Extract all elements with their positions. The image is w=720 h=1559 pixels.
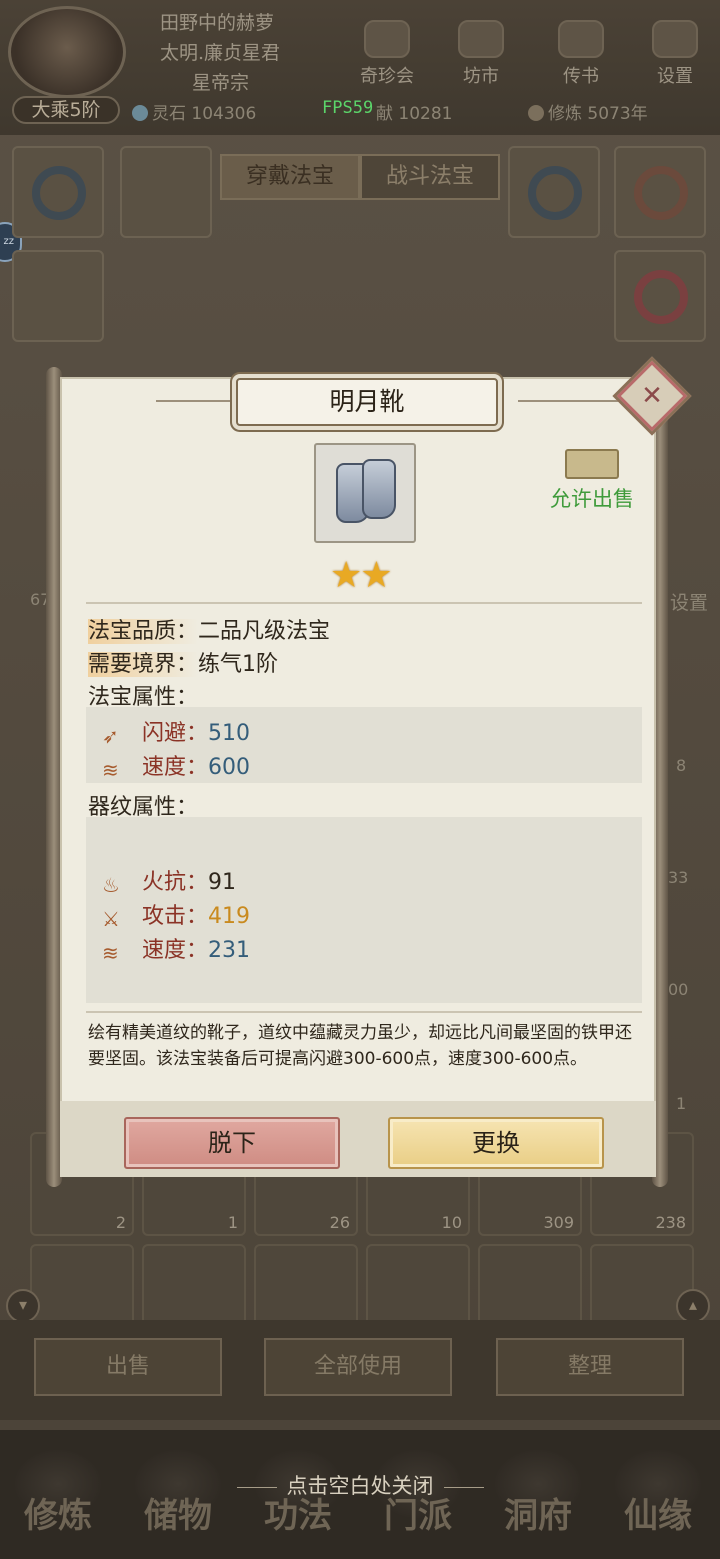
stat-rune-speed: ≋ 速度：231 — [102, 938, 251, 965]
equip-slot-ring-2[interactable] — [614, 146, 706, 238]
equip-slot-weapon[interactable] — [120, 146, 212, 238]
scroll-down-icon[interactable]: ▾ — [6, 1289, 40, 1323]
grid-count-right: 00 — [668, 980, 689, 999]
grid-count-right: 33 — [668, 868, 689, 887]
letter-icon — [558, 20, 604, 58]
item-description: 绘有精美道纹的靴子，道纹中蕴藏灵力虽少，却远比凡间最坚固的铁甲还要坚固。该法宝装… — [88, 1023, 632, 1069]
equip-slot-bracelet[interactable] — [614, 250, 706, 342]
cultivation-counter: 修炼 5073年 — [528, 102, 648, 126]
allow-sell-badge: 允许出售 — [544, 449, 640, 513]
player-name: 田野中的赫萝 — [160, 12, 275, 34]
dodge-icon: ➶ — [102, 724, 119, 748]
unequip-button[interactable]: 脱下 — [124, 1117, 340, 1169]
nav-market[interactable]: 坊市 — [446, 20, 516, 88]
treasure-pavilion-icon — [364, 20, 410, 58]
speed-icon: ≋ — [102, 941, 119, 965]
nav-letter[interactable]: 传书 — [546, 20, 616, 88]
rank-badge: 大乘5阶 — [12, 96, 120, 124]
speed-icon: ≋ — [102, 758, 119, 782]
nav-fate[interactable]: 仙缘 — [608, 1450, 708, 1550]
nav-treasure-pavilion[interactable]: 奇珍会 — [352, 20, 422, 88]
sell-button[interactable]: 出售 — [34, 1338, 222, 1396]
spirit-stone-counter: 灵石 104306 — [132, 102, 256, 126]
grid-count-right: 8 — [676, 756, 687, 775]
item-icon-frame — [314, 443, 416, 543]
tab-battle-treasure[interactable]: 战斗法宝 — [360, 154, 500, 200]
gear-icon — [652, 20, 698, 58]
stat-fire-resist: ♨ 火抗：91 — [102, 870, 237, 897]
nav-sect[interactable]: 门派 — [368, 1450, 468, 1550]
stat-dodge: ➶ 闪避：510 — [102, 721, 251, 748]
tab-worn-treasure[interactable]: 穿戴法宝 — [220, 154, 360, 200]
nav-skills[interactable]: 功法 — [248, 1450, 348, 1550]
stat-attack: ⚔ 攻击：419 — [102, 904, 251, 931]
market-icon — [458, 20, 504, 58]
nav-storage[interactable]: 储物 — [128, 1450, 228, 1550]
equip-slot-ring-1[interactable] — [508, 146, 600, 238]
contribution-counter: 献 10281 — [376, 104, 453, 124]
cultivation-icon — [528, 105, 544, 121]
stat-speed: ≋ 速度：600 — [102, 755, 251, 782]
nav-cultivate[interactable]: 修炼 — [8, 1450, 108, 1550]
top-bar: 大乘5阶 田野中的赫萝 太明.廉贞星君 星帝宗 奇珍会 坊市 传书 设置 灵石 … — [0, 0, 720, 135]
equip-slot-armor[interactable] — [12, 250, 104, 342]
divider — [86, 1011, 642, 1013]
player-sect: 星帝宗 — [192, 72, 250, 94]
grid-count-right: 1 — [676, 1094, 687, 1113]
chest-icon — [565, 449, 619, 479]
nav-cave[interactable]: 洞府 — [488, 1450, 588, 1550]
close-icon: ✕ — [641, 381, 663, 411]
fps-counter: FPS59 — [322, 98, 374, 118]
scroll-up-icon[interactable]: ▴ — [676, 1289, 710, 1323]
quality-row: 法宝品质：二品凡级法宝 — [88, 619, 331, 644]
avatar[interactable] — [8, 6, 126, 98]
ring-icon — [528, 166, 582, 220]
item-detail-popup: 明月靴 ✕ 允许出售 ★★ 法宝品质：二品凡级法宝 需要境界：练气1阶 法宝属性… — [46, 356, 692, 1189]
equip-tab-bar: 穿戴法宝 战斗法宝 — [220, 154, 500, 200]
settings-partial-label[interactable]: 设置 — [670, 588, 708, 615]
sort-button[interactable]: 整理 — [496, 1338, 684, 1396]
player-title: 太明.廉贞星君 — [160, 42, 281, 64]
equip-slot-necklace[interactable] — [12, 146, 104, 238]
nav-settings[interactable]: 设置 — [640, 20, 710, 88]
replace-button[interactable]: 更换 — [388, 1117, 604, 1169]
close-hint[interactable]: 点击空白处关闭 — [0, 1470, 720, 1500]
ring-icon — [634, 166, 688, 220]
divider — [86, 602, 642, 604]
item-title: 明月靴 — [236, 378, 498, 426]
fire-resist-icon: ♨ — [102, 873, 120, 897]
necklace-icon — [32, 166, 86, 220]
use-all-button[interactable]: 全部使用 — [264, 1338, 452, 1396]
attack-icon: ⚔ — [102, 907, 120, 931]
star-rating: ★★ — [330, 555, 393, 596]
realm-row: 需要境界：练气1阶 — [88, 652, 279, 677]
bracelet-icon — [634, 270, 688, 324]
spirit-stone-icon — [132, 105, 148, 121]
